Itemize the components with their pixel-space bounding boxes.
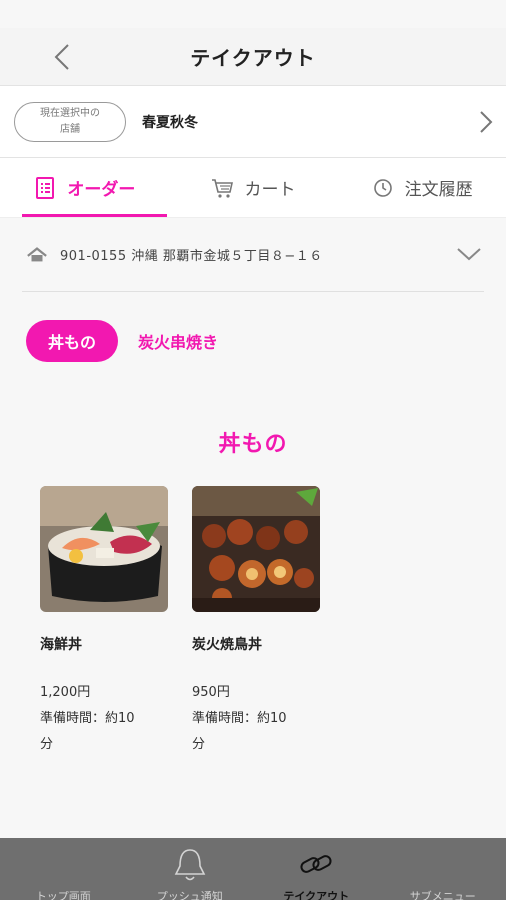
product-card[interactable]: 炭火焼鳥丼 950円 準備時間：約10 分 <box>192 486 320 758</box>
bottom-navigation: トップ画面 プッシュ通知 テイクアウト サブメニュー <box>0 838 506 900</box>
bottom-nav-push-label: プッシュ通知 <box>156 890 223 900</box>
store-badge-line1: 現在選択中の <box>40 107 100 119</box>
tab-order[interactable]: オーダー <box>0 158 169 217</box>
page-title: テイクアウト <box>190 46 316 70</box>
store-name: 春夏秋冬 <box>142 114 198 131</box>
navigation-bar: テイクアウト <box>0 28 506 86</box>
bottom-nav-takeout-label: テイクアウト <box>283 890 350 900</box>
status-bar <box>0 0 506 28</box>
chevron-down-icon[interactable] <box>456 244 482 264</box>
product-price: 1,200円 <box>40 685 91 700</box>
bottom-nav-submenu[interactable]: サブメニュー <box>380 838 506 900</box>
cart-icon <box>211 178 233 198</box>
clock-icon <box>373 178 392 197</box>
tab-order-label: オーダー <box>67 180 136 200</box>
store-selector[interactable]: 現在選択中の 店舗 春夏秋冬 <box>0 86 506 158</box>
category-donburi[interactable]: 丼もの <box>26 320 119 362</box>
bottom-nav-push[interactable]: プッシュ通知 <box>127 838 254 900</box>
product-name: 炭火焼鳥丼 <box>192 637 262 653</box>
tab-cart-label: カート <box>244 180 296 200</box>
seafood-bowl-photo[interactable] <box>40 486 168 612</box>
store-badge-line2: 店舗 <box>60 123 80 135</box>
bottom-nav-takeout[interactable]: テイクアウト <box>253 838 380 900</box>
product-prep-time: 準備時間：約10 <box>192 711 287 726</box>
tab-cart[interactable]: カート <box>169 158 338 217</box>
yakitori-bowl-photo[interactable] <box>192 486 320 612</box>
section-title: 丼もの <box>218 432 288 457</box>
chevron-right-icon[interactable] <box>476 110 496 134</box>
category-kushiyaki[interactable]: 炭火串焼き <box>138 329 218 353</box>
address-text: 901-0155 沖縄 那覇市金城５丁目８−１６ <box>60 249 323 264</box>
back-chevron-icon[interactable] <box>48 42 78 72</box>
home-icon <box>27 246 47 261</box>
bell-icon <box>174 849 206 881</box>
product-name: 海鮮丼 <box>40 637 82 653</box>
order-list-icon <box>36 176 55 199</box>
tab-order-history[interactable]: 注文履歴 <box>337 158 506 217</box>
bottom-nav-top-label: トップ画面 <box>35 890 91 900</box>
order-tabs: オーダー カート 注文履歴 <box>0 158 506 218</box>
delivery-address[interactable]: 901-0155 沖縄 那覇市金城５丁目８−１６ <box>22 218 484 292</box>
bottom-nav-submenu-label: サブメニュー <box>409 890 476 900</box>
link-icon <box>300 855 332 873</box>
tab-order-history-label: 注文履歴 <box>404 180 473 200</box>
product-prep-time-suffix: 分 <box>40 737 54 752</box>
bottom-nav-top[interactable]: トップ画面 <box>0 838 127 900</box>
product-prep-time-suffix: 分 <box>192 737 206 752</box>
current-store-badge: 現在選択中の 店舗 <box>14 101 126 142</box>
product-price: 950円 <box>192 685 230 700</box>
product-prep-time: 準備時間：約10 <box>40 711 135 726</box>
product-list: 海鮮丼 1,200円 準備時間：約10 分 炭火焼鳥丼 950円 準備時間：約1… <box>0 458 506 758</box>
category-filter: 丼もの 炭火串焼き <box>0 292 506 362</box>
product-card[interactable]: 海鮮丼 1,200円 準備時間：約10 分 <box>40 486 168 758</box>
